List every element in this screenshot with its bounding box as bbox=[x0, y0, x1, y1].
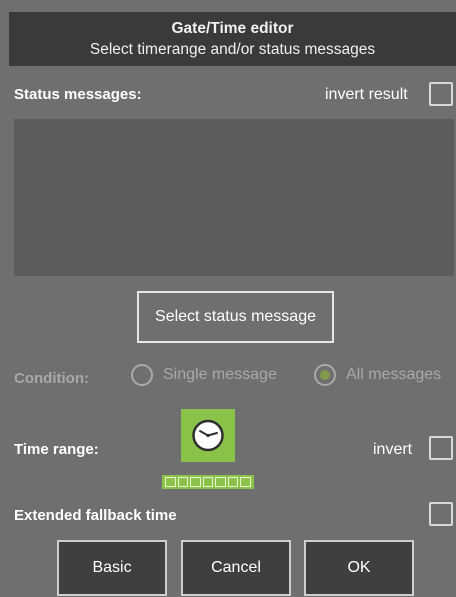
gate-time-editor-dialog: Gate/Time editor Select timerange and/or… bbox=[0, 0, 456, 597]
cancel-button[interactable]: Cancel bbox=[181, 540, 291, 596]
single-message-label: Single message bbox=[163, 366, 277, 383]
time-invert-label: invert bbox=[373, 441, 413, 458]
time-range-indicator bbox=[162, 475, 254, 489]
time-invert-checkbox[interactable] bbox=[429, 436, 453, 460]
time-segment bbox=[177, 477, 189, 487]
ok-button[interactable]: OK bbox=[304, 540, 414, 596]
condition-label: Condition: bbox=[14, 370, 89, 387]
invert-result-checkbox[interactable] bbox=[429, 82, 453, 106]
extended-fallback-checkbox[interactable] bbox=[429, 502, 453, 526]
time-segment bbox=[227, 477, 239, 487]
time-range-clock-button[interactable] bbox=[181, 409, 235, 462]
time-segment bbox=[165, 477, 176, 487]
single-message-radio[interactable] bbox=[131, 364, 153, 386]
basic-button[interactable]: Basic bbox=[57, 540, 167, 596]
select-status-message-button[interactable]: Select status message bbox=[137, 291, 334, 343]
clock-icon bbox=[192, 419, 224, 452]
time-segment bbox=[240, 477, 252, 487]
radio-selected-dot bbox=[320, 370, 330, 380]
extended-fallback-label: Extended fallback time bbox=[14, 507, 177, 524]
all-messages-radio[interactable] bbox=[314, 364, 336, 386]
dialog-title: Gate/Time editor bbox=[171, 20, 294, 37]
time-range-label: Time range: bbox=[14, 441, 99, 458]
time-segment bbox=[190, 477, 201, 487]
status-messages-label: Status messages: bbox=[14, 86, 142, 103]
dialog-subtitle: Select timerange and/or status messages bbox=[89, 41, 376, 58]
time-segment bbox=[215, 477, 226, 487]
dialog-header: Gate/Time editor Select timerange and/or… bbox=[9, 12, 456, 66]
all-messages-label: All messages bbox=[346, 366, 442, 383]
invert-result-label: invert result bbox=[325, 86, 408, 103]
status-message-list[interactable] bbox=[14, 119, 454, 276]
time-segment bbox=[202, 477, 214, 487]
